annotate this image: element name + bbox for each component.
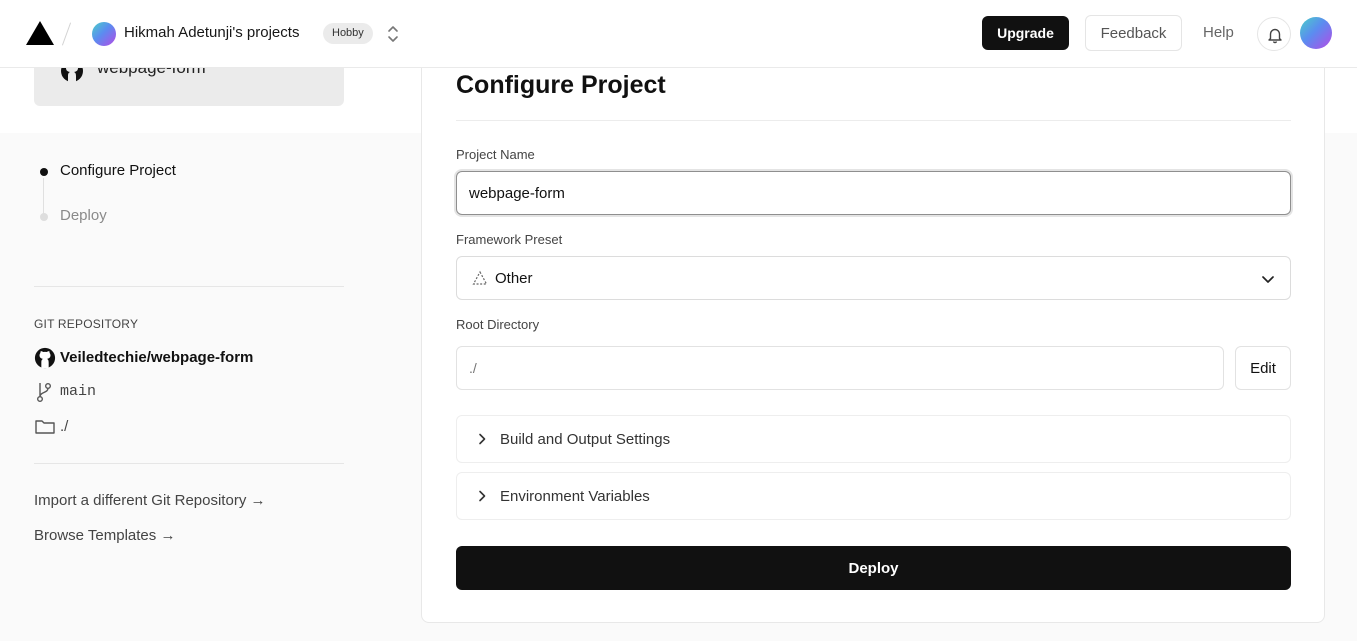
breadcrumb-separator bbox=[61, 22, 72, 46]
chevron-right-icon bbox=[479, 490, 486, 502]
import-git-repository-link[interactable]: Import a different Git Repository → bbox=[34, 492, 265, 509]
chevron-down-icon bbox=[1262, 276, 1274, 283]
root-directory-label: Root Directory bbox=[456, 317, 540, 332]
framework-preset-label: Framework Preset bbox=[456, 232, 563, 247]
top-navigation: Hikmah Adetunji's projects Hobby Upgrade… bbox=[0, 0, 1357, 68]
root-directory-input[interactable] bbox=[456, 346, 1224, 390]
project-name-label: Project Name bbox=[456, 147, 535, 162]
notifications-button[interactable] bbox=[1257, 17, 1291, 51]
step-inactive-dot bbox=[40, 213, 48, 221]
configure-project-card: Configure Project Project Name Framework… bbox=[421, 40, 1325, 623]
step-label: Deploy bbox=[60, 207, 107, 224]
step-label: Configure Project bbox=[60, 162, 176, 179]
framework-other-icon bbox=[472, 270, 488, 285]
sidebar-divider bbox=[34, 286, 344, 287]
git-branch-name: main bbox=[60, 383, 97, 400]
user-avatar[interactable] bbox=[1300, 17, 1332, 49]
github-icon bbox=[34, 347, 56, 369]
git-repository-heading: GIT REPOSITORY bbox=[34, 317, 139, 331]
team-avatar[interactable] bbox=[92, 22, 116, 46]
sidebar-divider bbox=[34, 463, 344, 464]
help-link[interactable]: Help bbox=[1203, 24, 1234, 41]
project-name-input[interactable] bbox=[456, 171, 1291, 215]
environment-variables-toggle[interactable]: Environment Variables bbox=[456, 472, 1291, 520]
framework-preset-value: Other bbox=[495, 270, 533, 287]
edit-root-directory-button[interactable]: Edit bbox=[1235, 346, 1291, 390]
chevron-right-icon bbox=[479, 433, 486, 445]
title-divider bbox=[456, 120, 1291, 121]
build-output-settings-toggle[interactable]: Build and Output Settings bbox=[456, 415, 1291, 463]
steps-connector bbox=[43, 178, 44, 214]
framework-preset-select[interactable]: Other bbox=[456, 256, 1291, 300]
git-repo-name[interactable]: Veiledtechie/webpage-form bbox=[60, 349, 253, 366]
feedback-button[interactable]: Feedback bbox=[1085, 15, 1182, 51]
page-title: Configure Project bbox=[456, 71, 666, 99]
team-switcher-icon[interactable] bbox=[384, 22, 402, 46]
build-output-settings-label: Build and Output Settings bbox=[500, 431, 671, 448]
team-name[interactable]: Hikmah Adetunji's projects bbox=[124, 24, 299, 41]
git-branch-icon bbox=[37, 383, 51, 402]
upgrade-button[interactable]: Upgrade bbox=[982, 16, 1069, 50]
environment-variables-label: Environment Variables bbox=[500, 488, 650, 505]
step-active-dot bbox=[40, 168, 48, 176]
plan-badge: Hobby bbox=[323, 23, 373, 44]
deploy-button[interactable]: Deploy bbox=[456, 546, 1291, 590]
folder-icon bbox=[35, 420, 55, 434]
vercel-logo-icon[interactable] bbox=[26, 21, 54, 45]
git-directory: ./ bbox=[60, 418, 69, 435]
browse-templates-link[interactable]: Browse Templates → bbox=[34, 527, 175, 544]
bell-icon bbox=[1268, 28, 1282, 44]
